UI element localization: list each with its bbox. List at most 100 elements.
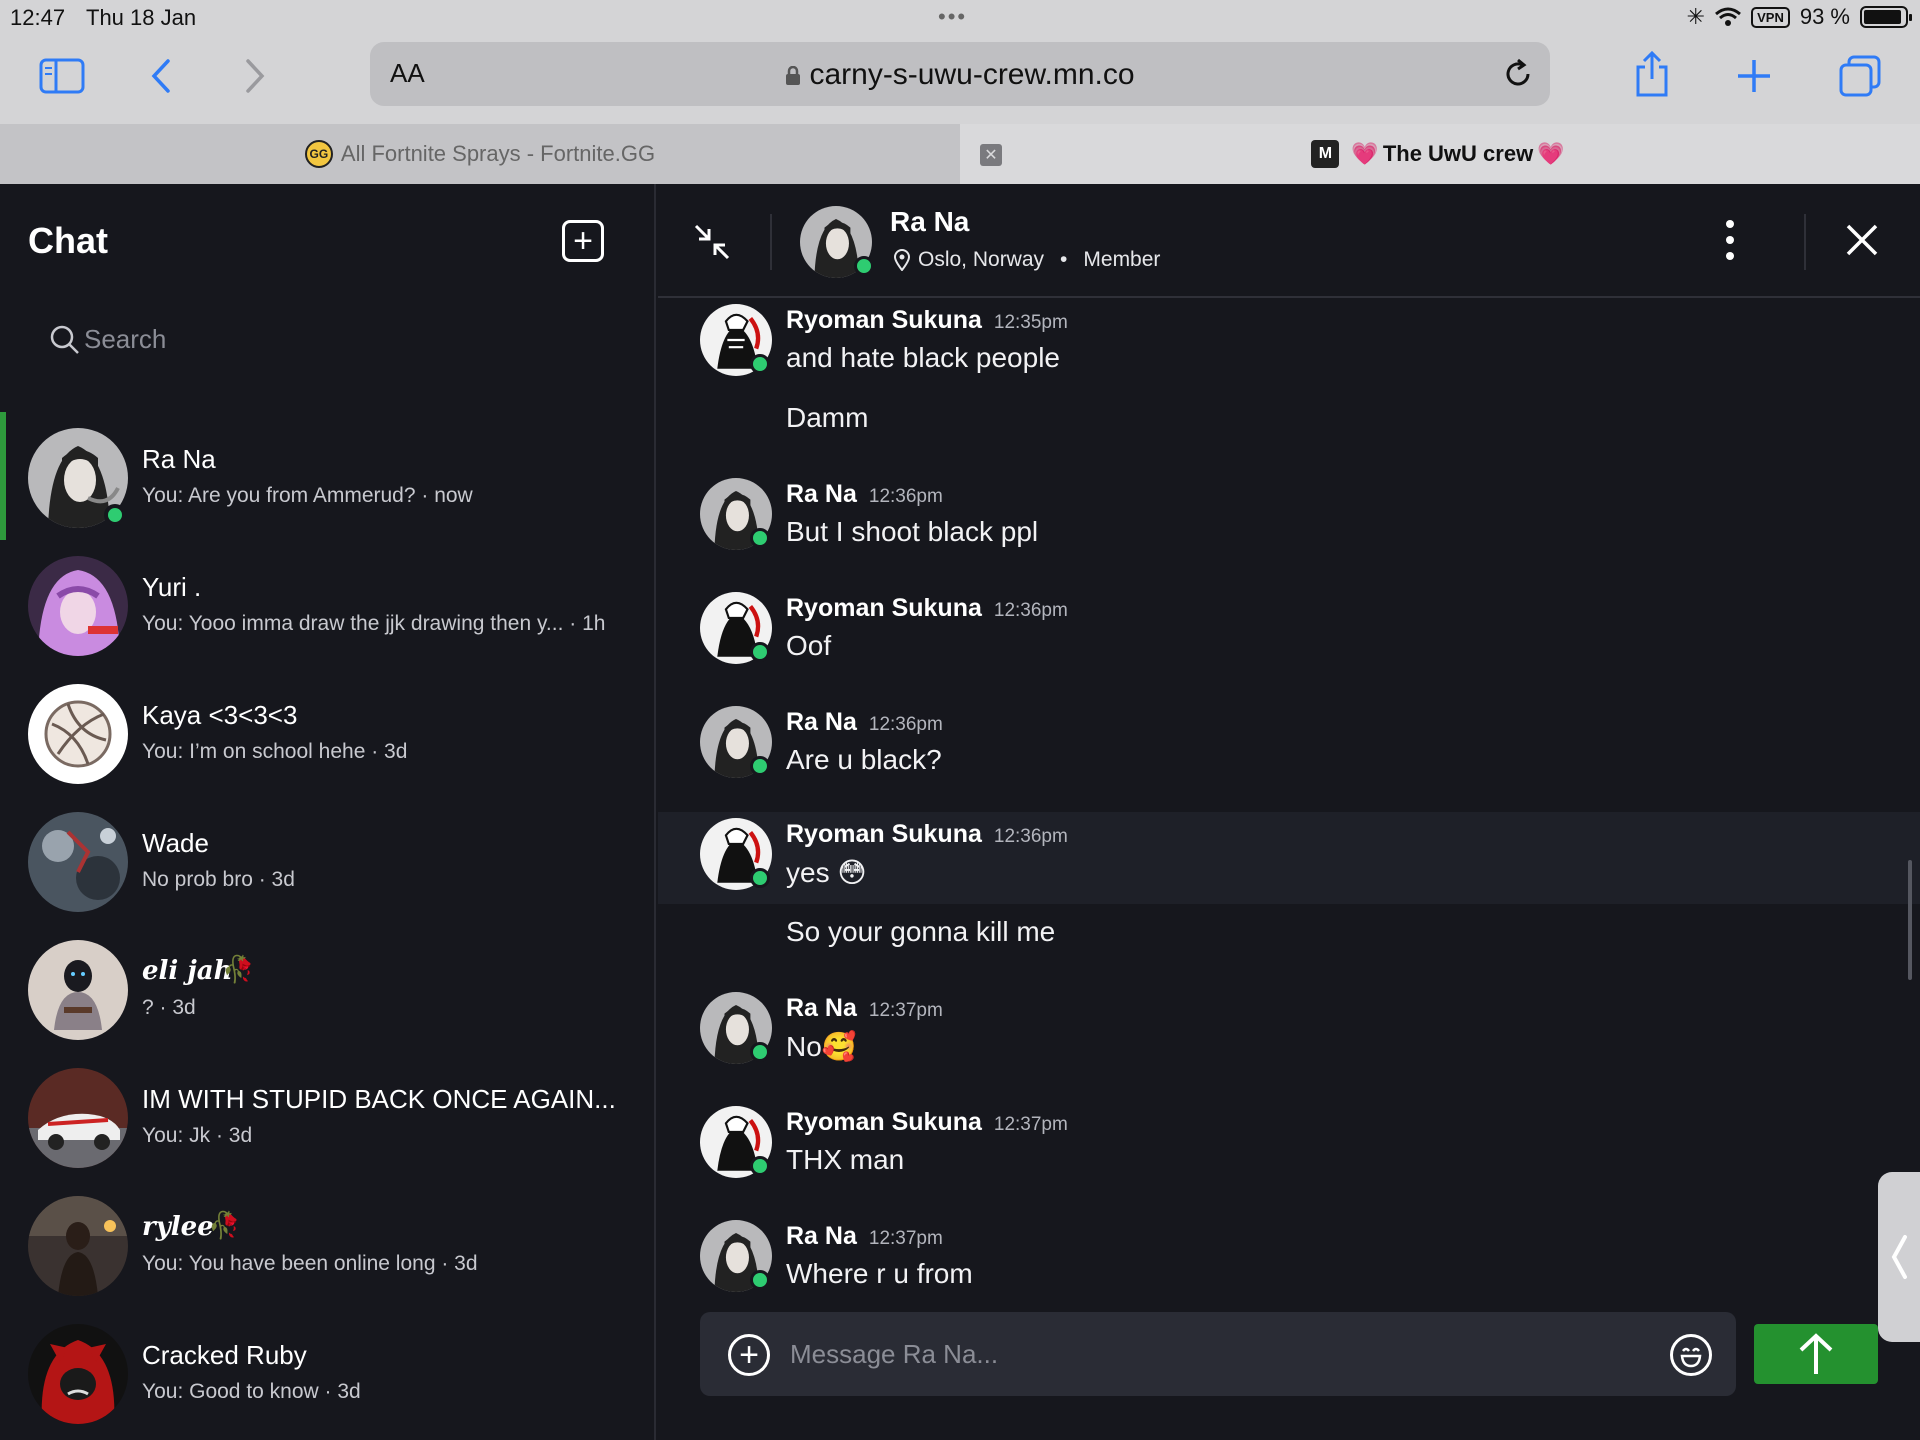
heart-emoji-icon: 💗 [1351, 141, 1379, 166]
conversation-header: Ra Na Oslo, Norway • Member [658, 184, 1920, 298]
online-status-icon [750, 756, 770, 776]
tab-close-icon[interactable]: ✕ [980, 144, 1002, 166]
chat-list-item[interactable]: Ra Na You: Are you from Ammerud? · now [0, 412, 654, 540]
address-bar[interactable]: AA carny-s-uwu-crew.mn.co [370, 42, 1550, 106]
message-text: THX man [786, 1144, 905, 1175]
compose-icon[interactable]: + [562, 220, 604, 262]
chat-name: Ra Na [142, 444, 216, 474]
new-tab-icon[interactable] [1734, 56, 1774, 96]
status-time: 12:47 [10, 5, 66, 30]
chat-preview: You: You have been online long · 3d [142, 1252, 478, 1275]
message-text: and hate black people [786, 342, 1060, 373]
sidebar-icon[interactable] [38, 56, 86, 96]
message-text: But I shoot black ppl [786, 516, 1039, 547]
scrollbar-thumb[interactable] [1908, 860, 1912, 980]
avatar [28, 1068, 128, 1168]
lock-icon [785, 60, 801, 85]
search-field[interactable]: Search [50, 324, 166, 355]
online-status-icon [750, 354, 770, 374]
chat-preview: You: Good to know · 3d [142, 1380, 361, 1403]
fortnite-gg-favicon-icon: GG [304, 140, 333, 168]
back-icon[interactable] [146, 56, 176, 96]
send-arrow-icon [1799, 1333, 1833, 1374]
search-icon [50, 325, 79, 354]
tab-fortnite[interactable]: GG All Fortnite Sprays - Fortnite.GG [0, 124, 960, 184]
message-text: Where r u from [786, 1258, 973, 1289]
avatar [28, 556, 128, 656]
tab-uwu-crew[interactable]: M 💗 The UwU crew 💗 [960, 124, 1920, 184]
message-input[interactable] [790, 1326, 1630, 1382]
search-placeholder: Search [84, 324, 167, 354]
message-time: 12:36pm [993, 600, 1068, 621]
send-button[interactable] [1754, 1324, 1878, 1384]
chat-preview: ? · 3d [142, 996, 196, 1019]
wifi-icon [1715, 7, 1742, 26]
online-status-icon [750, 642, 770, 662]
chat-list-item[interactable]: Cracked Ruby You: Good to know · 3d [0, 1308, 654, 1436]
message-author: Ryoman Sukuna 12:35pm [786, 306, 1068, 334]
collapse-icon[interactable] [692, 222, 732, 262]
more-icon[interactable] [1724, 220, 1736, 260]
tab-bar: GG All Fortnite Sprays - Fortnite.GG M 💗… [0, 124, 1920, 184]
contact-name[interactable]: Ra Na [890, 206, 969, 238]
message-author: Ryoman Sukuna 12:36pm [786, 820, 1068, 848]
tab-title: All Fortnite Sprays - Fortnite.GG [340, 141, 656, 166]
online-status-icon [750, 1156, 770, 1176]
message-text: Damm [786, 402, 869, 433]
separator-dot: • [1060, 248, 1068, 271]
avatar [28, 812, 128, 912]
tabs-icon[interactable] [1838, 54, 1882, 98]
message-group: Ryoman Sukuna 12:36pm Oof [658, 588, 1920, 684]
avatar [28, 1196, 128, 1296]
contact-role: Member [1083, 248, 1161, 271]
vpn-badge: VPN [1751, 6, 1790, 28]
multitasking-dots-icon[interactable]: ••• [938, 4, 967, 30]
side-panel-handle[interactable] [1878, 1172, 1920, 1342]
chat-preview: You: Yooo imma draw the jjk drawing then… [142, 612, 606, 635]
message-list[interactable]: Ryoman Sukuna 12:35pm and hate black peop… [658, 300, 1920, 1300]
message-text: No🥰 [786, 1031, 857, 1062]
forward-icon[interactable] [240, 56, 270, 96]
chat-list: Ra Na You: Are you from Ammerud? · now Y… [0, 412, 654, 1436]
chat-list-item[interactable]: rylee 🥀 You: You have been online long ·… [0, 1180, 654, 1308]
tab-title: The UwU crew [1382, 141, 1534, 166]
add-attachment-icon[interactable]: + [728, 1334, 770, 1376]
message-author: Ra Na 12:36pm [786, 480, 943, 508]
chat-list-item[interactable]: Kaya <3<3<3 You: I’m on school hehe · 3d [0, 668, 654, 796]
message-text: Oof [786, 630, 832, 661]
message-text: yes 😳 [786, 857, 867, 888]
message-time: 12:37pm [868, 1000, 943, 1021]
chat-name: eli jah [142, 956, 233, 986]
divider [770, 214, 772, 270]
chat-name: Wade [142, 828, 209, 858]
reload-icon[interactable] [1500, 56, 1536, 92]
chat-name: IM WITH STUPID BACK ONCE AGAIN... [142, 1084, 616, 1114]
chevron-left-icon [1891, 1235, 1907, 1279]
conversation-panel: Ra Na Oslo, Norway • Member Ryoman Sukun… [658, 184, 1920, 1440]
rose-emoji-icon: 🥀 [222, 954, 255, 984]
message-continuation: So your gonna kill me [658, 904, 1920, 964]
chat-list-item[interactable]: eli jah 🥀 ? · 3d [0, 924, 654, 1052]
browser-toolbar: AA carny-s-uwu-crew.mn.co [0, 36, 1920, 124]
message-time: 12:35pm [993, 312, 1068, 333]
chat-list-item[interactable]: IM WITH STUPID BACK ONCE AGAIN... You: J… [0, 1052, 654, 1180]
close-icon[interactable] [1844, 222, 1880, 258]
chat-list-item[interactable]: Wade No prob bro · 3d [0, 796, 654, 924]
url-text: carny-s-uwu-crew.mn.co [809, 58, 1135, 91]
emoji-icon[interactable] [1670, 1334, 1712, 1376]
divider [1804, 214, 1806, 270]
message-group: Ryoman Sukuna 12:36pm yes 😳 [658, 812, 1920, 904]
avatar [28, 1324, 128, 1424]
message-author: Ryoman Sukuna 12:37pm [786, 1108, 1068, 1136]
chat-list-item[interactable]: Yuri . You: Yooo imma draw the jjk drawi… [0, 540, 654, 668]
online-status-icon [750, 1042, 770, 1062]
sidebar-title: Chat [28, 220, 108, 261]
share-icon[interactable] [1632, 50, 1672, 98]
message-group: Ryoman Sukuna 12:35pm and hate black peop… [658, 300, 1920, 433]
avatar [28, 940, 128, 1040]
message-author: Ra Na 12:36pm [786, 708, 943, 736]
message-group: Ra Na 12:37pm Where r u from [658, 1216, 1920, 1300]
online-status-icon [854, 256, 874, 276]
heart-emoji-icon: 💗 [1537, 141, 1565, 166]
message-author: Ryoman Sukuna 12:36pm [786, 594, 1068, 622]
